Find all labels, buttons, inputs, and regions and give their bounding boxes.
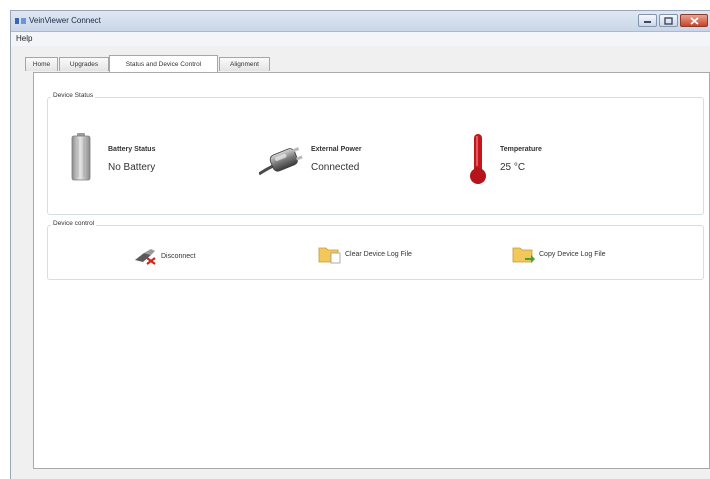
device-control-heading: Device control <box>51 220 97 227</box>
clear-device-log-button[interactable]: Clear Device Log File <box>318 244 412 264</box>
device-control-group: Device control Disconnect Clear Device L… <box>47 220 704 280</box>
tab-upgrades[interactable]: Upgrades <box>59 57 109 71</box>
external-power-title: External Power <box>311 146 362 153</box>
clear-device-log-label: Clear Device Log File <box>345 250 412 258</box>
tab-alignment[interactable]: Alignment <box>219 57 270 71</box>
maximize-icon <box>664 16 673 25</box>
thermometer-icon <box>470 134 486 184</box>
minimize-button[interactable] <box>638 14 657 27</box>
battery-status-title: Battery Status <box>108 146 156 153</box>
disconnect-button[interactable]: Disconnect <box>134 247 196 265</box>
device-status-heading: Device Status <box>51 92 96 99</box>
power-plug-icon <box>259 147 303 176</box>
menu-help[interactable]: Help <box>16 34 32 43</box>
clear-log-folder-icon <box>318 247 341 264</box>
temperature-title: Temperature <box>500 146 542 153</box>
temperature-value: 25 °C <box>500 162 526 173</box>
minimize-icon <box>644 20 651 23</box>
copy-device-log-button[interactable]: Copy Device Log File <box>512 244 606 264</box>
battery-status-value: No Battery <box>108 162 156 173</box>
tab-content-panel: Device Status Battery Status No Battery <box>33 72 710 469</box>
close-icon <box>689 16 699 25</box>
tab-status-and-device-control[interactable]: Status and Device Control <box>109 55 218 72</box>
close-button[interactable] <box>680 14 708 27</box>
disconnect-label: Disconnect <box>161 252 196 260</box>
window-title: VeinViewer Connect <box>29 16 101 25</box>
device-status-group: Device Status Battery Status No Battery <box>47 92 704 215</box>
maximize-button[interactable] <box>659 14 678 27</box>
battery-icon <box>71 133 91 181</box>
copy-device-log-label: Copy Device Log File <box>539 250 606 258</box>
external-power-value: Connected <box>311 162 360 173</box>
menu-bar: Help <box>11 32 710 46</box>
app-icon <box>15 18 26 24</box>
tab-home[interactable]: Home <box>25 57 58 71</box>
app-window: VeinViewer Connect Help Home Upgrades St… <box>10 10 710 479</box>
title-bar[interactable]: VeinViewer Connect <box>11 11 710 32</box>
disconnect-icon <box>135 249 156 265</box>
copy-log-folder-icon <box>512 247 535 263</box>
